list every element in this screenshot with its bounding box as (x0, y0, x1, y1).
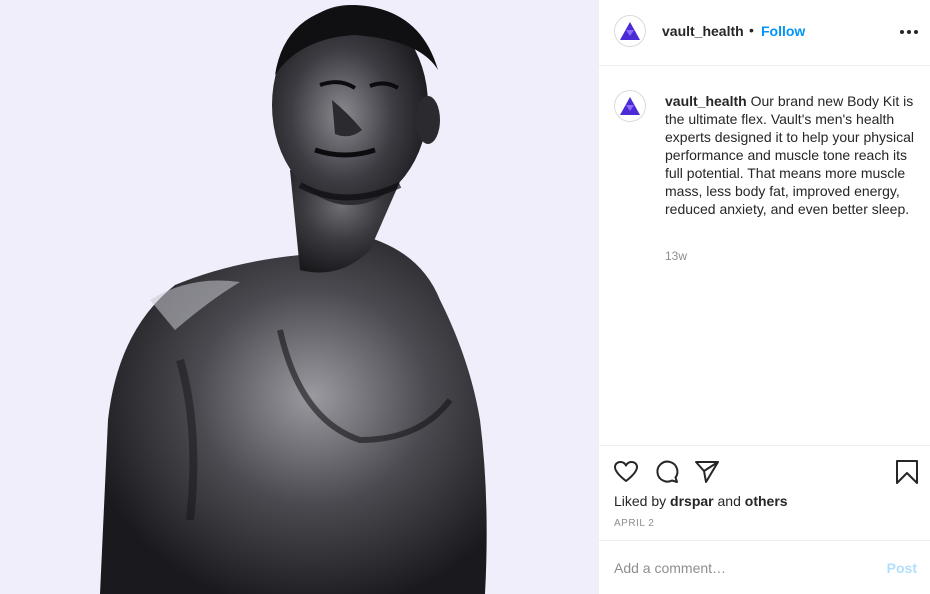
caption-avatar[interactable] (614, 90, 646, 122)
header-username[interactable]: vault_health (662, 23, 744, 39)
vault-logo-icon (620, 97, 640, 115)
comment-box: Post (599, 540, 930, 594)
paper-plane-icon[interactable] (694, 459, 720, 485)
comment-input[interactable] (614, 557, 864, 579)
post-header: vault_health • Follow (599, 0, 930, 66)
liked-by-user[interactable]: drspar (670, 493, 714, 509)
post-time-ago[interactable]: 13w (665, 249, 687, 263)
post-date[interactable]: APRIL 2 (614, 518, 654, 529)
separator-dot: • (749, 22, 754, 38)
vault-logo-icon (620, 22, 640, 40)
comment-icon[interactable] (654, 459, 680, 485)
man-portrait-image (0, 0, 598, 594)
action-bar: Liked by drspar and others APRIL 2 (599, 445, 930, 540)
post-photo[interactable] (0, 0, 598, 594)
liked-by-others[interactable]: others (745, 493, 788, 509)
heart-icon[interactable] (613, 459, 639, 485)
post-comment-button[interactable]: Post (887, 560, 917, 576)
avatar[interactable] (614, 15, 646, 47)
follow-button[interactable]: Follow (761, 23, 805, 39)
caption-text: Our brand new Body Kit is the ultimate f… (665, 93, 915, 217)
caption-username[interactable]: vault_health (665, 93, 747, 109)
caption-section: vault_health Our brand new Body Kit is t… (599, 67, 930, 445)
likes-summary: Liked by drspar and others (614, 493, 788, 509)
post-caption: vault_health Our brand new Body Kit is t… (665, 92, 923, 218)
liked-by-and: and (717, 493, 741, 509)
bookmark-icon[interactable] (894, 459, 920, 485)
post-side-panel: vault_health • Follow vault_health Our b… (598, 0, 930, 594)
liked-by-prefix: Liked by (614, 493, 667, 509)
more-options-icon[interactable] (897, 22, 921, 42)
